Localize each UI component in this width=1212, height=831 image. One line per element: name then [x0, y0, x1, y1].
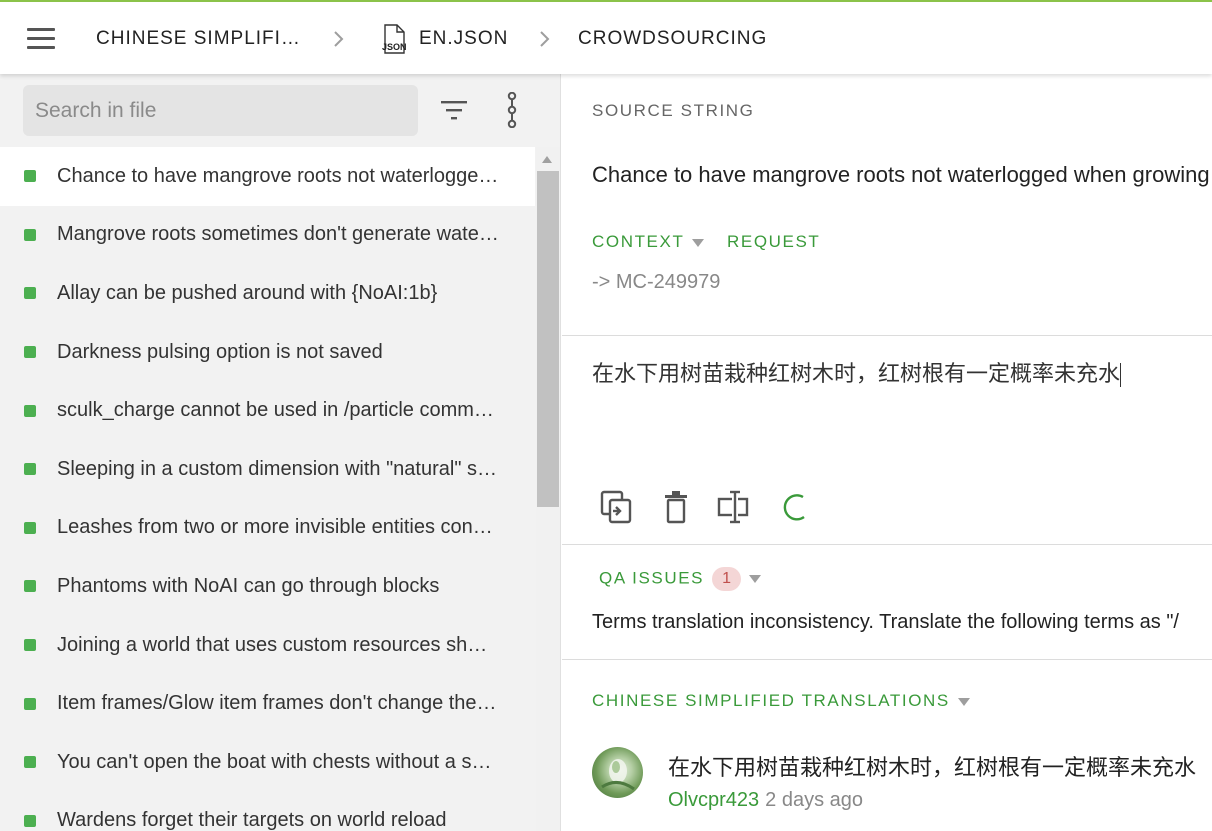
- list-item[interactable]: sculk_charge cannot be used in /particle…: [0, 381, 535, 440]
- context-value: -> MC-249979: [592, 271, 721, 293]
- breadcrumb-language[interactable]: CHINESE SIMPLIFI…: [96, 28, 301, 50]
- list-item-label: Darkness pulsing option is not saved: [57, 340, 383, 363]
- suggestion-timestamp: 2 days ago: [765, 789, 864, 811]
- filter-icon[interactable]: [440, 98, 468, 122]
- search-input[interactable]: [23, 85, 418, 136]
- qa-issues-label: QA ISSUES: [599, 568, 705, 588]
- svg-text:JSON: JSON: [382, 42, 407, 52]
- translated-status-icon: [24, 521, 36, 534]
- search-box[interactable]: [23, 85, 418, 136]
- list-item-label: Allay can be pushed around with {NoAI:1b…: [57, 281, 438, 304]
- scroll-up-arrow-icon[interactable]: [542, 156, 552, 163]
- copy-source-icon[interactable]: [599, 489, 633, 525]
- text-caret: [1120, 363, 1122, 388]
- translated-status-icon: [24, 404, 36, 417]
- translated-status-icon: [24, 463, 36, 476]
- list-item[interactable]: Phantoms with NoAI can go through blocks: [0, 557, 535, 616]
- strings-panel: Chance to have mangrove roots not waterl…: [0, 74, 561, 831]
- chevron-right-icon: [334, 31, 344, 47]
- dropdown-arrow-icon: [749, 575, 762, 583]
- hamburger-menu-icon[interactable]: [27, 28, 55, 50]
- list-item[interactable]: Wardens forget their targets on world re…: [0, 792, 535, 831]
- translated-status-icon: [24, 697, 36, 710]
- list-item-label: Leashes from two or more invisible entit…: [57, 516, 493, 539]
- divider: [562, 659, 1212, 660]
- list-item-label: Item frames/Glow item frames don't chang…: [57, 692, 497, 715]
- list-item[interactable]: Item frames/Glow item frames don't chang…: [0, 674, 535, 733]
- list-item-label: Sleeping in a custom dimension with "nat…: [57, 457, 497, 480]
- translated-status-icon: [24, 580, 36, 593]
- list-item[interactable]: Allay can be pushed around with {NoAI:1b…: [0, 264, 535, 323]
- context-toggle[interactable]: CONTEXT: [592, 232, 705, 252]
- translation-editor[interactable]: 在水下用树苗栽种红树木时，红树根有一定概率未充水: [592, 356, 1122, 388]
- json-file-icon: JSON: [382, 24, 407, 54]
- text-cursor-box-icon[interactable]: [717, 489, 751, 525]
- suggestion-meta: Olvcpr423 2 days ago: [668, 789, 863, 812]
- delete-icon[interactable]: [659, 489, 693, 525]
- chevron-right-icon: [540, 31, 550, 47]
- qa-issues-count-badge: 1: [712, 567, 742, 591]
- breadcrumb-project[interactable]: CROWDSOURCING: [578, 28, 767, 50]
- top-bar: CHINESE SIMPLIFI… JSON EN.JSON CROWDSOUR…: [0, 0, 1212, 74]
- translation-editor-text: 在水下用树苗栽种红树木时，红树根有一定概率未充水: [592, 361, 1121, 386]
- translations-toggle[interactable]: CHINESE SIMPLIFIED TRANSLATIONS: [592, 691, 970, 711]
- list-item-label: sculk_charge cannot be used in /particle…: [57, 399, 494, 422]
- loading-spinner-icon: [783, 494, 805, 521]
- avatar-image: [601, 759, 635, 791]
- qa-issue-message: Terms translation inconsistency. Transla…: [592, 611, 1179, 633]
- list-item[interactable]: Mangrove roots sometimes don't generate …: [0, 206, 535, 265]
- translated-status-icon: [24, 814, 36, 827]
- list-item[interactable]: Leashes from two or more invisible entit…: [0, 499, 535, 558]
- divider: [562, 544, 1212, 545]
- suggestion-author-link[interactable]: Olvcpr423: [668, 789, 759, 811]
- scrollbar-thumb[interactable]: [537, 171, 559, 507]
- list-item[interactable]: You can't open the boat with chests with…: [0, 733, 535, 792]
- more-vertical-icon[interactable]: [505, 92, 519, 128]
- translated-status-icon: [24, 346, 36, 359]
- list-item-label: Wardens forget their targets on world re…: [57, 809, 447, 831]
- qa-issues-toggle[interactable]: QA ISSUES 1: [599, 567, 762, 591]
- string-list: Chance to have mangrove roots not waterl…: [0, 147, 535, 831]
- request-context-link[interactable]: REQUEST: [727, 232, 820, 252]
- list-item-label: Chance to have mangrove roots not waterl…: [57, 164, 499, 187]
- source-string-text: Chance to have mangrove roots not waterl…: [592, 162, 1210, 187]
- source-string-heading: SOURCE STRING: [592, 101, 755, 120]
- dropdown-arrow-icon: [957, 697, 970, 706]
- translated-status-icon: [24, 287, 36, 300]
- translated-status-icon: [24, 756, 36, 769]
- breadcrumb-file[interactable]: EN.JSON: [419, 28, 508, 50]
- suggestion-text: 在水下用树苗栽种红树木时，红树根有一定概率未充水: [668, 755, 1197, 780]
- dropdown-arrow-icon: [692, 238, 705, 247]
- divider: [562, 335, 1212, 336]
- list-item[interactable]: Chance to have mangrove roots not waterl…: [0, 147, 535, 206]
- list-item-label: Phantoms with NoAI can go through blocks: [57, 574, 440, 597]
- translated-status-icon: [24, 228, 36, 241]
- translated-status-icon: [24, 170, 36, 183]
- translations-heading: CHINESE SIMPLIFIED TRANSLATIONS: [592, 691, 950, 710]
- list-item-label: Mangrove roots sometimes don't generate …: [57, 223, 499, 246]
- list-item-label: Joining a world that uses custom resourc…: [57, 633, 488, 656]
- avatar[interactable]: [592, 747, 643, 798]
- editor-panel: SOURCE STRING Chance to have mangrove ro…: [562, 74, 1212, 831]
- context-label: CONTEXT: [592, 232, 685, 251]
- list-item[interactable]: Joining a world that uses custom resourc…: [0, 616, 535, 675]
- list-item[interactable]: Sleeping in a custom dimension with "nat…: [0, 440, 535, 499]
- list-item[interactable]: Darkness pulsing option is not saved: [0, 323, 535, 382]
- list-item-label: You can't open the boat with chests with…: [57, 750, 492, 773]
- translated-status-icon: [24, 639, 36, 652]
